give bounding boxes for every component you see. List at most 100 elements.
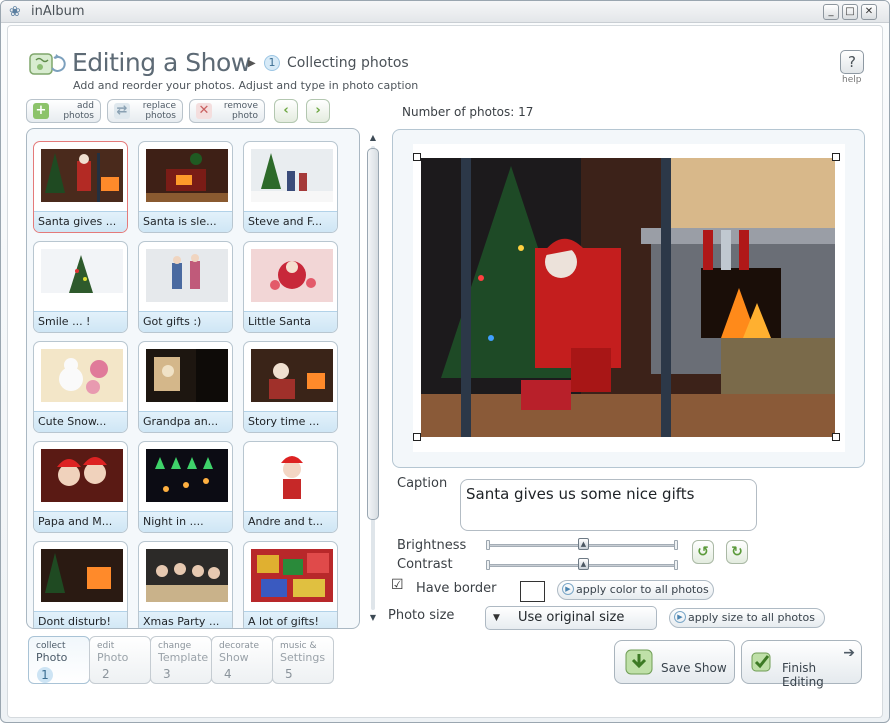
thumbnail-caption: Night in .... — [139, 511, 232, 532]
page-subtitle: Add and reorder your photos. Adjust and … — [73, 79, 419, 92]
thumbnail-caption: Little Santa — [244, 311, 337, 332]
rotate-left-button[interactable]: ↺ — [692, 540, 714, 564]
move-left-button[interactable]: ‹ — [274, 99, 298, 123]
step-label: Collecting photos — [287, 55, 409, 71]
maximize-button[interactable]: □ — [842, 4, 858, 20]
thumbnail-caption: Cute Snow... — [34, 411, 127, 432]
tab-number: 1 — [37, 667, 53, 683]
play-icon: ▶ — [562, 583, 574, 595]
photo-thumbnail[interactable]: Little Santa — [243, 241, 338, 333]
remove-photo-button[interactable]: ✕ remove photo — [189, 99, 265, 123]
add-photos-button[interactable]: + add photos — [26, 99, 101, 123]
contrast-knob[interactable]: ▲ — [578, 558, 589, 570]
remove-x-icon: ✕ — [196, 103, 212, 119]
thumbnail-image — [146, 149, 228, 202]
photo-thumbnail[interactable]: Papa and M... — [33, 441, 128, 533]
arrow-right-icon: ➔ — [843, 645, 855, 661]
brightness-slider[interactable]: ▲ — [486, 538, 678, 550]
scroll-thumb[interactable] — [367, 148, 379, 520]
minimize-button[interactable]: _ — [823, 4, 839, 20]
chevron-left-icon: ‹ — [283, 103, 289, 118]
apply-size-button[interactable]: ▶ apply size to all photos — [669, 608, 825, 628]
wizard-tabs: collect Photo 1 edit Photo 2 change Temp… — [26, 636, 346, 686]
thumbnail-caption: Smile ... ! — [34, 311, 127, 332]
brightness-knob[interactable]: ▲ — [578, 538, 589, 550]
photo-thumbnail[interactable]: Andre and t... — [243, 441, 338, 533]
replace-label-2: photos — [145, 111, 176, 121]
apply-color-button[interactable]: ▶ apply color to all photos — [557, 580, 714, 600]
slider-max-end — [674, 560, 678, 570]
replace-label-1: replace — [142, 101, 176, 111]
tab-decorate-show[interactable]: decorate Show 4 — [211, 636, 273, 684]
resize-handle[interactable] — [832, 433, 840, 441]
window-title: inAlbum — [31, 4, 85, 19]
resize-handle[interactable] — [413, 153, 421, 161]
resize-handle[interactable] — [413, 433, 421, 441]
photo-thumbnail[interactable]: Xmas Party ... — [138, 541, 233, 628]
thumbnail-image — [41, 249, 123, 302]
page-title: Editing a Show — [72, 48, 251, 77]
finish-editing-button[interactable]: ➔ Finish Editing — [741, 640, 862, 689]
thumbnail-caption: Got gifts :) — [139, 311, 232, 332]
rotate-right-button[interactable]: ↻ — [726, 540, 748, 564]
finish-editing-label: Finish Editing — [782, 661, 824, 689]
thumbnail-caption: Santa gives ... — [34, 211, 127, 232]
contrast-slider[interactable]: ▲ — [486, 558, 678, 570]
scroll-up-icon[interactable]: ▲ — [367, 132, 379, 144]
photo-size-select[interactable]: ▼ Use original size — [485, 606, 657, 630]
apply-color-label: apply color to all photos — [576, 583, 709, 596]
tab-music-settings[interactable]: music & Settings 5 — [272, 636, 334, 684]
thumbnail-caption: Papa and M... — [34, 511, 127, 532]
thumbnail-caption: Andre and t... — [244, 511, 337, 532]
chevron-right-icon: › — [315, 103, 321, 118]
photo-gallery: Santa gives ... Santa is sle... Steve an… — [26, 128, 360, 629]
save-show-button[interactable]: Save Show — [614, 640, 735, 684]
move-right-button[interactable]: › — [306, 99, 330, 123]
photo-thumbnail[interactable]: Got gifts :) — [138, 241, 233, 333]
photo-thumbnail[interactable]: Steve and F... — [243, 141, 338, 233]
border-color-swatch[interactable] — [520, 581, 545, 602]
scroll-down-icon[interactable]: ▼ — [367, 612, 379, 624]
photo-thumbnail[interactable]: Grandpa an... — [138, 341, 233, 433]
photo-thumbnail[interactable]: Night in .... — [138, 441, 233, 533]
tab-change-template[interactable]: change Template 3 — [150, 636, 212, 684]
photo-thumbnail[interactable]: Story time ... — [243, 341, 338, 433]
photo-thumbnail[interactable]: Smile ... ! — [33, 241, 128, 333]
have-border-checkbox[interactable]: ☑ — [391, 578, 404, 592]
thumbnail-image — [41, 149, 123, 202]
remove-label-1: remove — [223, 101, 258, 111]
photo-thumbnail[interactable]: Dont disturb! — [33, 541, 128, 628]
thumbnail-image — [251, 249, 333, 302]
close-button[interactable]: ✕ — [861, 4, 877, 20]
step-number-badge: 1 — [264, 55, 280, 71]
replace-photos-button[interactable]: ⇄ replace photos — [107, 99, 183, 123]
tab-label: Template — [158, 651, 209, 664]
thumbnail-caption: Story time ... — [244, 411, 337, 432]
save-show-label: Save Show — [661, 661, 727, 675]
tab-edit-photo[interactable]: edit Photo 2 — [89, 636, 151, 684]
photo-count: Number of photos: 17 — [402, 105, 534, 119]
slider-max-end — [674, 540, 678, 550]
add-label-1: add — [77, 101, 94, 111]
gallery-scrollbar[interactable]: ▲ ▼ — [366, 132, 380, 624]
resize-handle[interactable] — [832, 153, 840, 161]
thumbnail-image — [146, 249, 228, 302]
tab-label: Show — [219, 651, 249, 664]
rotate-left-icon: ↺ — [697, 544, 709, 560]
tab-collect-photo[interactable]: collect Photo 1 — [28, 636, 90, 684]
caption-input[interactable]: Santa gives us some nice gifts — [460, 479, 757, 531]
photo-thumbnail[interactable]: Cute Snow... — [33, 341, 128, 433]
photo-thumbnail[interactable]: A lot of gifts! — [243, 541, 338, 628]
save-download-icon — [625, 649, 653, 675]
editing-show-icon — [29, 53, 66, 75]
tab-small-label: change — [158, 641, 192, 651]
photo-thumbnail[interactable]: Santa gives ... — [33, 141, 128, 233]
tab-small-label: decorate — [219, 641, 259, 651]
photo-size-value: Use original size — [518, 610, 625, 625]
title-bar: ❀ inAlbum _ □ ✕ — [1, 1, 889, 23]
preview-photo[interactable] — [421, 158, 835, 437]
photo-thumbnail[interactable]: Santa is sle... — [138, 141, 233, 233]
help-button[interactable]: ? — [840, 50, 864, 74]
play-icon: ▶ — [674, 611, 686, 623]
thumbnail-caption: Santa is sle... — [139, 211, 232, 232]
